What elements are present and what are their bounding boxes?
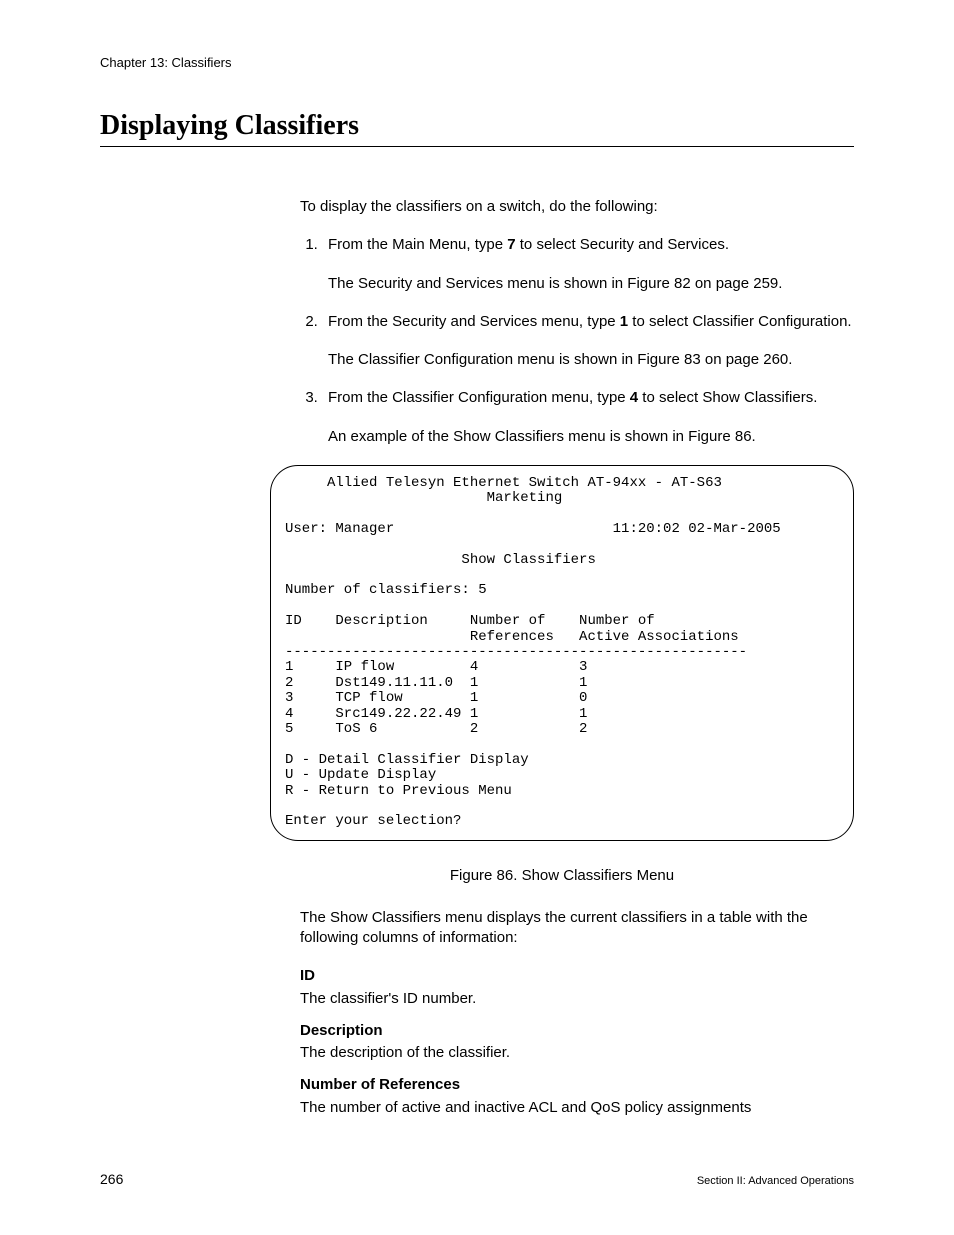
def-term-id: ID — [300, 966, 854, 986]
page: Chapter 13: Classifiers Displaying Class… — [0, 0, 954, 1235]
def-term-description: Description — [300, 1021, 854, 1041]
step-1-followup: The Security and Services menu is shown … — [328, 274, 854, 294]
term-title: Allied Telesyn Ethernet Switch AT-94xx -… — [285, 475, 722, 491]
figure-caption: Figure 86. Show Classifiers Menu — [270, 866, 854, 886]
term-row: 3 TCP flow 1 0 — [285, 690, 587, 706]
term-row: 2 Dst149.11.11.0 1 1 — [285, 675, 587, 691]
term-row: 1 IP flow 4 3 — [285, 659, 587, 675]
page-number: 266 — [100, 1171, 123, 1187]
definitions: ID The classifier's ID number. Descripti… — [300, 966, 854, 1118]
intro-text: To display the classifiers on a switch, … — [300, 197, 854, 217]
term-option: U - Update Display — [285, 767, 436, 783]
step-1: From the Main Menu, type 7 to select Sec… — [322, 235, 854, 294]
term-menu-title: Show Classifiers — [285, 552, 596, 568]
step-1-post: to select Security and Services. — [516, 236, 729, 253]
chapter-header: Chapter 13: Classifiers — [100, 55, 854, 70]
step-3-pre: From the Classifier Configuration menu, … — [328, 389, 630, 406]
main-content: To display the classifiers on a switch, … — [300, 197, 854, 1118]
after-figure-text: The Show Classifiers menu displays the c… — [300, 908, 854, 949]
step-2-bold: 1 — [620, 313, 628, 330]
term-subtitle: Marketing — [285, 490, 562, 506]
page-title: Displaying Classifiers — [100, 110, 854, 147]
term-option: D - Detail Classifier Display — [285, 752, 529, 768]
terminal-output: Allied Telesyn Ethernet Switch AT-94xx -… — [270, 465, 854, 841]
step-2-pre: From the Security and Services menu, typ… — [328, 313, 620, 330]
def-desc-numrefs: The number of active and inactive ACL an… — [300, 1098, 854, 1118]
section-label: Section II: Advanced Operations — [697, 1175, 854, 1187]
step-1-bold: 7 — [507, 236, 515, 253]
term-option: R - Return to Previous Menu — [285, 783, 512, 799]
step-3: From the Classifier Configuration menu, … — [322, 388, 854, 447]
step-2-post: to select Classifier Configuration. — [628, 313, 851, 330]
page-footer: 266 Section II: Advanced Operations — [100, 1171, 854, 1187]
term-row: 5 ToS 6 2 2 — [285, 721, 587, 737]
term-prompt: Enter your selection? — [285, 813, 461, 829]
step-2: From the Security and Services menu, typ… — [322, 312, 854, 371]
step-1-pre: From the Main Menu, type — [328, 236, 507, 253]
step-3-post: to select Show Classifiers. — [638, 389, 817, 406]
def-term-numrefs: Number of References — [300, 1075, 854, 1095]
step-3-bold: 4 — [630, 389, 638, 406]
term-divider: ----------------------------------------… — [285, 644, 747, 660]
term-header2: References Active Associations — [285, 629, 739, 645]
def-desc-id: The classifier's ID number. — [300, 989, 854, 1009]
step-3-followup: An example of the Show Classifiers menu … — [328, 427, 854, 447]
term-header1: ID Description Number of Number of — [285, 613, 655, 629]
step-list: From the Main Menu, type 7 to select Sec… — [300, 235, 854, 447]
step-2-followup: The Classifier Configuration menu is sho… — [328, 350, 854, 370]
term-row: 4 Src149.22.22.49 1 1 — [285, 706, 587, 722]
def-desc-description: The description of the classifier. — [300, 1043, 854, 1063]
term-user-line: User: Manager 11:20:02 02-Mar-2005 — [285, 521, 781, 537]
term-count: Number of classifiers: 5 — [285, 582, 487, 598]
